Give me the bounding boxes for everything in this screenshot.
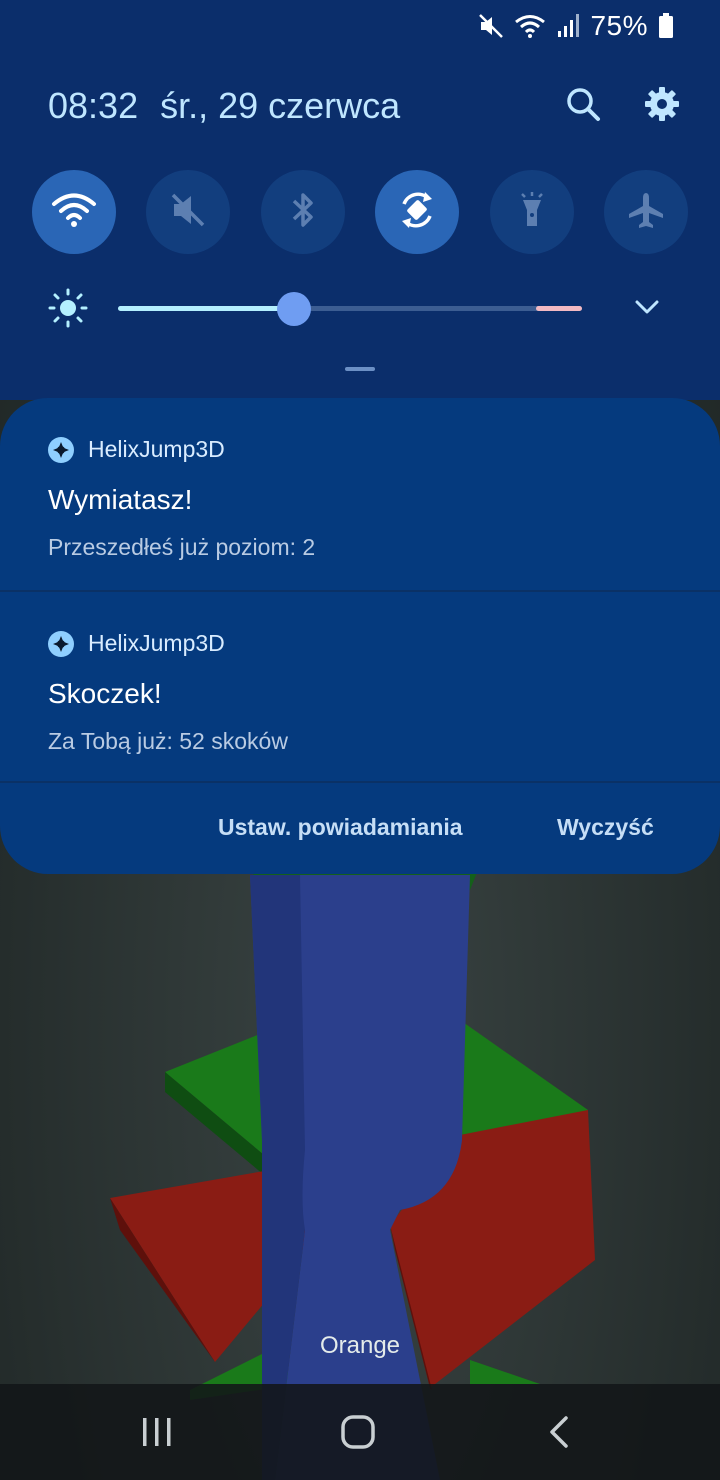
app-name: HelixJump3D — [88, 436, 225, 462]
wifi-icon — [51, 190, 97, 235]
wifi-icon — [514, 13, 546, 39]
brightness-slider-end — [536, 306, 582, 311]
flashlight-icon — [517, 190, 547, 235]
qs-wifi-toggle[interactable] — [32, 170, 116, 254]
clock[interactable]: 08:32 — [48, 85, 138, 127]
mute-icon — [168, 190, 208, 235]
home-icon[interactable] — [340, 1414, 376, 1455]
settings-gear-icon[interactable] — [644, 86, 680, 127]
battery-icon — [658, 13, 674, 39]
chevron-down-icon[interactable] — [634, 296, 660, 323]
app-icon — [48, 436, 74, 463]
search-icon[interactable] — [564, 85, 602, 128]
signal-icon — [556, 13, 580, 39]
qs-bluetooth-toggle[interactable] — [260, 170, 345, 254]
date[interactable]: śr., 29 czerwca — [160, 85, 400, 127]
divider — [0, 781, 720, 783]
brightness-slider-thumb[interactable] — [277, 292, 312, 326]
notification-item[interactable]: HelixJump3D Wymiatasz! Przeszedłeś już p… — [0, 398, 720, 590]
auto-rotate-icon — [395, 188, 439, 237]
app-name: HelixJump3D — [88, 630, 225, 656]
qs-flashlight-toggle[interactable] — [489, 170, 574, 254]
app-icon — [48, 630, 74, 657]
shade-drag-handle[interactable] — [345, 367, 375, 371]
notification-actions: Ustaw. powiadamiania Wyczyść — [0, 804, 720, 860]
airplane-icon — [626, 190, 666, 235]
bluetooth-icon — [286, 190, 320, 235]
qs-airplane-toggle[interactable] — [603, 170, 688, 254]
brightness-slider-fill — [118, 306, 295, 311]
brightness-sun-icon — [48, 288, 88, 333]
battery-percent: 75% — [590, 10, 648, 41]
clear-all-button[interactable]: Wyczyść — [557, 814, 654, 841]
back-icon[interactable] — [546, 1414, 574, 1455]
notification-shade: 75% 08:32 śr., 29 czerwca — [0, 0, 720, 400]
quick-settings — [32, 170, 688, 254]
notification-text: Przeszedłeś już poziom: 2 — [48, 534, 316, 560]
brightness-slider[interactable] — [118, 292, 582, 326]
notification-item[interactable]: HelixJump3D Skoczek! Za Tobą już: 52 sko… — [0, 592, 720, 784]
shade-header: 08:32 śr., 29 czerwca — [48, 80, 680, 132]
navigation-bar — [0, 1384, 720, 1480]
recent-apps-icon[interactable] — [140, 1414, 174, 1455]
qs-auto-rotate-toggle[interactable] — [375, 170, 460, 254]
carrier-label: Orange — [319, 1332, 401, 1359]
notification-settings-button[interactable]: Ustaw. powiadamiania — [218, 814, 463, 841]
status-bar: 75% — [0, 0, 720, 52]
notification-text: Za Tobą już: 52 skoków — [48, 728, 288, 754]
notification-title: Skoczek! — [48, 678, 162, 709]
notifications-panel: HelixJump3D Wymiatasz! Przeszedłeś już p… — [0, 398, 720, 874]
qs-sound-toggle[interactable] — [146, 170, 231, 254]
brightness-control — [48, 286, 680, 330]
mute-icon — [478, 13, 504, 39]
notification-title: Wymiatasz! — [48, 484, 193, 515]
